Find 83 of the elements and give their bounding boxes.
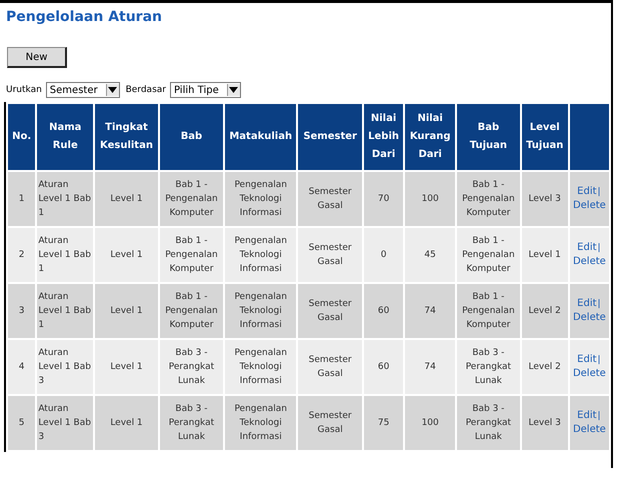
edit-link[interactable]: Edit xyxy=(577,298,597,309)
table-cell: Level 2 xyxy=(528,362,561,372)
table-cell: Semester Gasal xyxy=(308,187,352,211)
table-cell: 70 xyxy=(378,194,390,204)
edit-link[interactable]: Edit xyxy=(577,242,597,253)
delete-link[interactable]: Delete xyxy=(572,312,606,323)
table-cell: Level 2 xyxy=(528,306,561,316)
table-cell: Bab 1 - Pengenalan Komputer xyxy=(462,236,515,274)
table-cell: 100 xyxy=(422,194,439,204)
dropdown[interactable]: Semester xyxy=(46,82,120,98)
table-cell: Semester Gasal xyxy=(308,299,352,323)
separator: | xyxy=(598,355,601,365)
table-cell: Pengenalan Teknologi Informasi xyxy=(234,236,287,274)
table-cell: Bab 1 - Pengenalan Komputer xyxy=(165,292,218,330)
dropdown-arrow-icon xyxy=(226,84,240,96)
column-header: Semester xyxy=(298,104,362,170)
column-header: Nilai Kurang Dari xyxy=(405,104,456,170)
table-cell: Aturan Level 1 Bab 1 xyxy=(38,180,91,218)
edit-link[interactable]: Edit xyxy=(577,186,597,197)
table-cell: 1 xyxy=(18,194,25,204)
table-cell: Aturan Level 1 Bab 3 xyxy=(38,404,91,442)
table-cell: Aturan Level 1 Bab 3 xyxy=(38,348,91,386)
table-cell: 60 xyxy=(378,306,390,316)
column-header: No. xyxy=(8,104,36,170)
table-cell: Semester Gasal xyxy=(308,411,352,435)
new-button[interactable]: New xyxy=(7,47,67,68)
separator: | xyxy=(598,411,601,421)
column-header: Tingkat Kesulitan xyxy=(95,104,158,170)
column-header: Bab xyxy=(160,104,224,170)
table-cell: 100 xyxy=(422,418,439,428)
table-cell: 4 xyxy=(18,362,25,372)
table-cell: Semester Gasal xyxy=(308,243,352,267)
column-header: Nama Rule xyxy=(37,104,94,170)
table-cell: Bab 3 - Perangkat Lunak xyxy=(168,348,214,386)
column-header: Matakuliah xyxy=(225,104,296,170)
table-cell: 0 xyxy=(380,250,386,260)
table-cell: Aturan Level 1 Bab 1 xyxy=(38,236,91,274)
table-cell: Bab 3 - Perangkat Lunak xyxy=(466,348,512,386)
column-header: Nilai Lebih Dari xyxy=(364,104,404,170)
table-cell: Level 1 xyxy=(110,250,143,260)
delete-link[interactable]: Delete xyxy=(572,424,606,435)
separator: | xyxy=(598,187,601,197)
table-cell: 74 xyxy=(424,306,436,316)
table-cell: Level 3 xyxy=(528,194,561,204)
table-cell: Semester Gasal xyxy=(308,355,352,379)
table-cell: Pengenalan Teknologi Informasi xyxy=(234,404,287,442)
edit-link[interactable]: Edit xyxy=(577,354,597,365)
page-title: Pengelolaan Aturan xyxy=(6,9,162,25)
table-cell: Pengenalan Teknologi Informasi xyxy=(234,348,287,386)
table-cell: 74 xyxy=(424,362,436,372)
table-cell: Aturan Level 1 Bab 1 xyxy=(38,292,91,330)
table-cell: Bab 3 - Perangkat Lunak xyxy=(466,404,512,442)
table-cell: 45 xyxy=(424,250,436,260)
column-header: Level Tujuan xyxy=(522,104,568,170)
delete-link[interactable]: Delete xyxy=(572,200,606,211)
table-cell: Level 1 xyxy=(110,362,143,372)
table-cell: Level 1 xyxy=(110,194,143,204)
table-cell: Bab 1 - Pengenalan Komputer xyxy=(165,236,218,274)
dropdown-arrow-icon xyxy=(106,84,119,96)
table-cell: Bab 1 - Pengenalan Komputer xyxy=(462,292,515,330)
table-cell: 75 xyxy=(378,418,390,428)
separator: | xyxy=(598,299,601,309)
dropdown[interactable]: Pilih Tipe xyxy=(170,82,241,98)
table-cell: Level 3 xyxy=(528,418,561,428)
table-cell: 60 xyxy=(378,362,390,372)
table-cell: Level 1 xyxy=(110,418,143,428)
delete-link[interactable]: Delete xyxy=(572,368,606,379)
filter-label: Urutkan xyxy=(6,85,42,95)
edit-link[interactable]: Edit xyxy=(577,410,597,421)
table-cell: Bab 1 - Pengenalan Komputer xyxy=(462,180,515,218)
table-cell: 5 xyxy=(18,418,25,428)
separator: | xyxy=(598,243,601,253)
table-cell: Bab 3 - Perangkat Lunak xyxy=(168,404,214,442)
table-cell: Bab 1 - Pengenalan Komputer xyxy=(165,180,218,218)
column-header: Bab Tujuan xyxy=(457,104,520,170)
delete-link[interactable]: Delete xyxy=(572,256,606,267)
table-cell: 3 xyxy=(18,306,25,316)
table-cell: Level 1 xyxy=(110,306,143,316)
table-cell: Pengenalan Teknologi Informasi xyxy=(234,292,287,330)
filter-label: Berdasar xyxy=(126,85,166,95)
table-cell: Pengenalan Teknologi Informasi xyxy=(234,180,287,218)
table-cell: Level 1 xyxy=(528,250,561,260)
table-cell: 2 xyxy=(18,250,25,260)
